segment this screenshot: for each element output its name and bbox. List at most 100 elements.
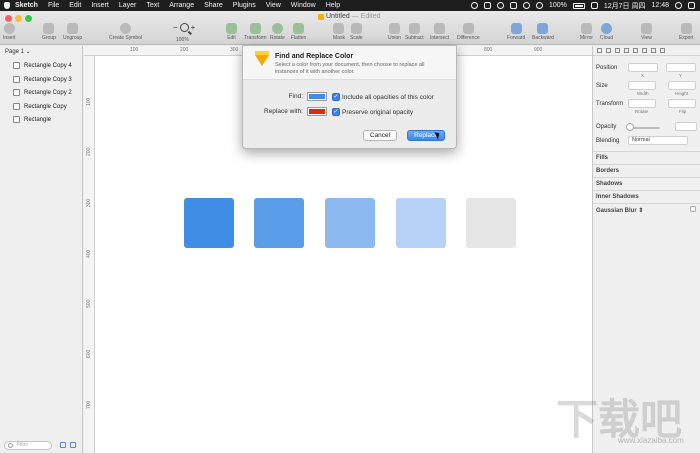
menu-app-name[interactable]: Sketch [15, 2, 38, 9]
include-opacities-label: Include all opacities of this color [342, 94, 434, 101]
keyboard-icon[interactable] [590, 2, 598, 9]
menu-text[interactable]: Text [146, 2, 159, 9]
align-left-icon[interactable] [597, 48, 602, 53]
rectangle-layer[interactable] [184, 198, 234, 248]
group-button[interactable]: Group [42, 23, 56, 41]
view-button[interactable]: View [641, 23, 652, 41]
fills-section[interactable]: Fills [593, 151, 700, 161]
menu-share[interactable]: Share [204, 2, 223, 9]
align-middle-icon[interactable] [633, 48, 638, 53]
apple-icon[interactable] [4, 2, 10, 9]
flip-buttons[interactable] [668, 99, 696, 108]
distribute-v-icon[interactable] [660, 48, 665, 53]
subtract-button[interactable]: Subtract [405, 23, 424, 41]
flatten-button[interactable]: Flatten [291, 23, 306, 41]
preserve-opacity-checkbox[interactable]: ✓ [332, 108, 340, 116]
rectangle-copy-2-layer[interactable] [325, 198, 375, 248]
menu-layer[interactable]: Layer [119, 2, 137, 9]
dialog-header: Find and Replace Color Select a color fr… [243, 46, 456, 80]
edit-button[interactable]: Edit [226, 23, 237, 41]
insert-button[interactable]: Insert [3, 23, 16, 41]
opacity-slider-knob[interactable] [626, 123, 634, 131]
sync-icon[interactable] [509, 2, 517, 9]
layer-item[interactable]: Rectangle Copy 2 [13, 89, 72, 96]
distribute-h-icon[interactable] [651, 48, 656, 53]
height-field[interactable] [668, 81, 696, 90]
layer-item[interactable]: Rectangle Copy 4 [13, 62, 72, 69]
wifi-icon[interactable] [522, 2, 530, 9]
record-icon[interactable] [470, 2, 478, 9]
page-selector[interactable]: Page 1 ⌄ [5, 48, 31, 55]
rotate-button[interactable]: Rotate [270, 23, 285, 41]
find-color-well[interactable] [307, 92, 327, 101]
menu-insert[interactable]: Insert [91, 2, 109, 9]
export-button[interactable]: Export [679, 23, 693, 41]
mask-button[interactable]: Mask [333, 23, 345, 41]
width-field[interactable] [628, 81, 656, 90]
inner-shadows-section[interactable]: Inner Shadows [593, 190, 700, 200]
menu-view[interactable]: View [266, 2, 281, 9]
close-window-button[interactable] [5, 15, 12, 22]
menu-file[interactable]: File [48, 2, 59, 9]
search-icon[interactable] [675, 2, 682, 9]
gaussian-blur-section[interactable]: Gaussian Blur ⇕ [593, 203, 700, 214]
rectangle-copy-4-layer[interactable] [466, 198, 516, 248]
vertical-ruler[interactable]: 100 200 300 400 500 600 700 [84, 56, 95, 453]
rectangle-icon [13, 62, 20, 69]
forward-button[interactable]: Forward [507, 23, 525, 41]
edit-icon[interactable] [70, 442, 76, 448]
layer-item[interactable]: Rectangle Copy [13, 103, 67, 110]
intersect-button[interactable]: Intersect [430, 23, 449, 41]
include-opacities-checkbox[interactable]: ✓ [332, 93, 340, 101]
replace-color-well[interactable] [307, 107, 327, 116]
rotate-field[interactable] [628, 99, 656, 108]
menu-arrange[interactable]: Arrange [169, 2, 194, 9]
x-label: X [641, 73, 645, 78]
zoom-in-button[interactable]: + [191, 23, 196, 32]
align-center-icon[interactable] [606, 48, 611, 53]
rectangle-copy-3-layer[interactable] [396, 198, 446, 248]
ungroup-button[interactable]: Ungroup [63, 23, 82, 41]
transform-button[interactable]: Transform [244, 23, 267, 41]
shadows-section[interactable]: Shadows [593, 177, 700, 187]
cancel-button[interactable]: Cancel [363, 130, 397, 141]
rectangle-copy-layer[interactable] [254, 198, 304, 248]
union-button[interactable]: Union [388, 23, 401, 41]
app-status-icon[interactable] [483, 2, 491, 9]
align-bottom-icon[interactable] [642, 48, 647, 53]
difference-button[interactable]: Difference [457, 23, 480, 41]
zoom-window-button[interactable] [25, 15, 32, 22]
battery-icon[interactable] [572, 2, 585, 9]
y-field[interactable] [666, 63, 696, 72]
subtract-icon [408, 23, 420, 34]
find-label: Find: [288, 93, 303, 100]
menu-plugins[interactable]: Plugins [233, 2, 256, 9]
opacity-field[interactable] [675, 122, 697, 131]
scale-button[interactable]: Scale [350, 23, 363, 41]
plus-icon [3, 23, 15, 34]
layer-filter-input[interactable]: Filter [4, 441, 52, 450]
mirror-button[interactable]: Mirror [580, 23, 593, 41]
volume-icon[interactable] [535, 2, 543, 9]
gaussian-blur-toggle[interactable] [690, 206, 696, 212]
backward-button[interactable]: Backward [532, 23, 554, 41]
zoom-out-button[interactable]: − [173, 23, 178, 32]
wechat-icon[interactable] [496, 2, 504, 9]
minimize-window-button[interactable] [15, 15, 22, 22]
list-icon[interactable] [688, 2, 695, 9]
menu-help[interactable]: Help [326, 2, 340, 9]
menubar-date[interactable]: 12月7日 周四 [604, 1, 646, 11]
x-field[interactable] [628, 63, 658, 72]
cloud-button[interactable]: Cloud [600, 23, 613, 41]
menu-edit[interactable]: Edit [69, 2, 81, 9]
layer-item[interactable]: Rectangle [13, 116, 51, 123]
menu-window[interactable]: Window [291, 2, 316, 9]
layer-item[interactable]: Rectangle Copy 3 [13, 76, 72, 83]
menubar-time[interactable]: 12:48 [651, 2, 669, 9]
blending-select[interactable]: Normal [628, 136, 688, 145]
create-symbol-button[interactable]: Create Symbol [109, 23, 142, 41]
page-icon[interactable] [60, 442, 66, 448]
borders-section[interactable]: Borders [593, 164, 700, 174]
align-top-icon[interactable] [624, 48, 629, 53]
align-right-icon[interactable] [615, 48, 620, 53]
